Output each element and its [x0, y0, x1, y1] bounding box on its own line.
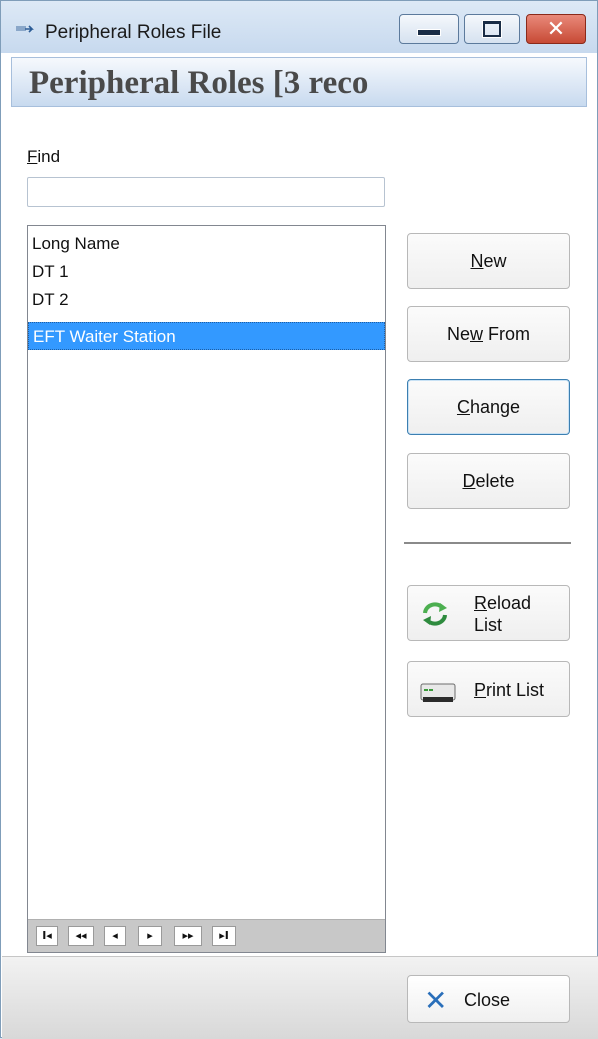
button-separator — [404, 542, 571, 545]
delete-accel: D — [462, 471, 476, 491]
title-bar[interactable]: Peripheral Roles File ✕ — [1, 1, 597, 53]
print-rest: rint List — [486, 680, 545, 700]
change-button[interactable]: Change — [407, 379, 570, 435]
find-label-accel: F — [27, 147, 38, 166]
change-rest: hange — [469, 397, 521, 417]
new-from-accel: w — [470, 324, 483, 344]
close-icon: ✕ — [546, 16, 566, 42]
close-x-icon: ✕ — [424, 984, 448, 1017]
app-icon — [16, 25, 34, 33]
first-record-button[interactable]: I◂ — [36, 926, 58, 946]
close-label: Close — [464, 990, 511, 1010]
next-page-button[interactable]: ▸▸ — [174, 926, 202, 946]
page-title: Peripheral Roles [3 reco — [29, 65, 369, 101]
maximize-button[interactable] — [464, 14, 520, 44]
prev-record-button[interactable]: ◂ — [104, 926, 126, 946]
reload-label: Reload List — [474, 592, 531, 636]
reload-list-button[interactable]: Reload List — [407, 585, 570, 641]
next-record-button[interactable]: ▸ — [138, 926, 162, 946]
reload-accel: R — [474, 593, 487, 613]
delete-button[interactable]: Delete — [407, 453, 570, 509]
printer-icon — [420, 683, 456, 702]
print-accel: P — [474, 680, 487, 700]
new-from-button[interactable]: New From — [407, 306, 570, 362]
new-button[interactable]: New — [407, 233, 570, 289]
find-label-rest: ind — [37, 147, 61, 166]
minimize-icon — [417, 28, 441, 36]
window-title: Peripheral Roles File — [45, 22, 222, 43]
window-close-button[interactable]: ✕ — [526, 14, 586, 44]
list-column-header[interactable]: Long Name — [28, 230, 385, 258]
new-from-b: From — [483, 324, 530, 344]
find-input[interactable] — [27, 177, 385, 207]
list-item-selected[interactable]: EFT Waiter Station — [28, 322, 385, 350]
list-item[interactable]: DT 2 — [28, 286, 385, 314]
last-record-button[interactable]: ▸I — [212, 926, 236, 946]
reload-line1: eload — [487, 593, 532, 613]
reload-line2: List — [474, 615, 503, 635]
print-list-button[interactable]: Print List — [407, 661, 570, 717]
peripheral-roles-window: Peripheral Roles File ✕ Peripheral Roles… — [0, 0, 598, 1039]
prev-page-button[interactable]: ◂◂ — [68, 926, 94, 946]
delete-rest: elete — [475, 471, 515, 491]
new-rest: ew — [483, 251, 507, 271]
record-navigator: I◂ ◂◂ ◂ ▸ ▸▸ ▸I — [28, 919, 385, 952]
minimize-button[interactable] — [399, 14, 459, 44]
refresh-icon — [423, 602, 447, 626]
records-list[interactable]: Long Name DT 1 DT 2 EFT Waiter Station I… — [27, 225, 386, 953]
header-banner: Peripheral Roles [3 reco — [11, 57, 587, 107]
maximize-icon — [483, 21, 501, 37]
new-accel: N — [470, 251, 484, 271]
new-from-a: Ne — [446, 324, 470, 344]
find-label: Find — [27, 147, 60, 167]
change-accel: C — [456, 397, 470, 417]
list-item[interactable]: DT 1 — [28, 258, 385, 286]
close-button[interactable]: ✕ Close — [407, 975, 570, 1023]
print-label: Print List — [474, 680, 544, 701]
